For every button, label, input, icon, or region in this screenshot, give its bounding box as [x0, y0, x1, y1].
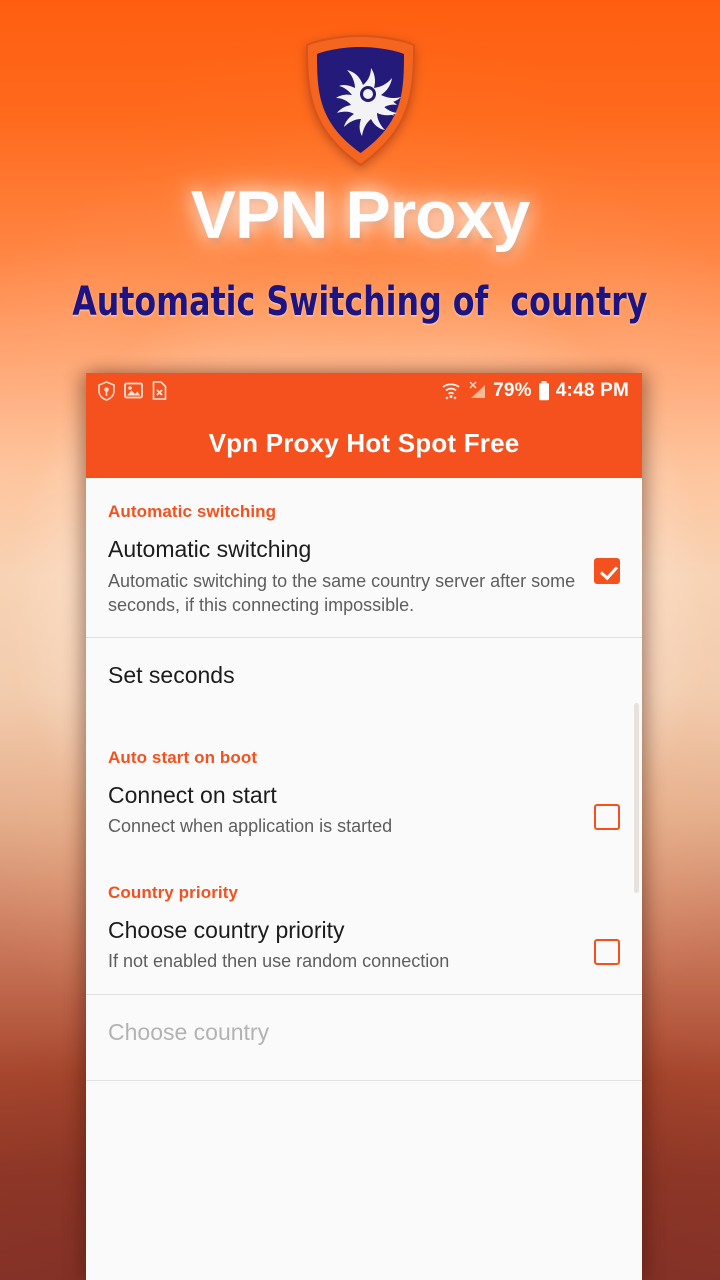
setting-row-connect-on-start[interactable]: Connect on start Connect when applicatio… [86, 768, 642, 859]
setting-title: Choose country priority [108, 916, 345, 943]
signal-no-service-icon [469, 381, 486, 398]
setting-row-texts: Choose country [108, 1019, 620, 1047]
app-bar-title: Vpn Proxy Hot Spot Free [208, 427, 520, 458]
setting-title: Set seconds [108, 662, 235, 689]
setting-subtitle: Automatic switching to the same country … [108, 570, 576, 615]
status-bar-left-icons [98, 380, 167, 401]
battery-percent-label: 79% [493, 380, 532, 401]
setting-title: Automatic switching [108, 536, 312, 562]
shield-dragon-logo-icon [298, 34, 423, 167]
list-divider [86, 1080, 642, 1082]
setting-row-set-seconds[interactable]: Set seconds [86, 638, 642, 724]
checkbox-choose-country-priority[interactable] [594, 938, 620, 965]
setting-title: Connect on start [108, 781, 277, 808]
settings-list[interactable]: Automatic switching Automatic switching … [86, 478, 642, 1280]
shield-icon [98, 380, 115, 401]
setting-row-texts: Choose country priority If not enabled t… [108, 917, 594, 974]
app-bar: Vpn Proxy Hot Spot Free [86, 408, 642, 478]
section-header-automatic-switching: Automatic switching [108, 502, 277, 521]
clock-label: 4:48 PM [555, 380, 629, 401]
file-error-icon [152, 381, 167, 400]
status-bar-right-icons: 79% 4:48 PM [441, 380, 629, 401]
image-icon [124, 382, 143, 399]
setting-subtitle: If not enabled then use random connectio… [108, 951, 450, 972]
section-header-auto-start-on-boot: Auto start on boot [108, 747, 258, 767]
battery-icon [538, 380, 549, 400]
setting-row-automatic-switching[interactable]: Automatic switching Automatic switching … [86, 522, 642, 637]
setting-row-texts: Automatic switching Automatic switching … [108, 536, 594, 617]
phone-screenshot: 79% 4:48 PM Vpn Proxy Hot Spot Free Auto… [86, 373, 642, 1280]
setting-row-texts: Connect on start Connect when applicatio… [108, 782, 594, 839]
setting-row-texts: Set seconds [108, 662, 620, 690]
setting-row-choose-country[interactable]: Choose country [86, 995, 642, 1081]
setting-subtitle: Connect when application is started [108, 816, 393, 837]
checkbox-automatic-switching[interactable] [594, 558, 620, 584]
setting-title: Choose country [108, 1018, 270, 1045]
section-header-country-priority: Country priority [108, 882, 239, 902]
setting-row-choose-country-priority[interactable]: Choose country priority If not enabled t… [86, 903, 642, 994]
promo-app-title: VPN Proxy [190, 177, 531, 253]
status-bar: 79% 4:48 PM [86, 373, 642, 408]
wifi-icon [442, 383, 460, 400]
promo-tagline: Automatic Switching of country [72, 279, 648, 325]
promo-header: VPN Proxy Automatic Switching of country [0, 0, 720, 373]
checkbox-connect-on-start[interactable] [594, 803, 620, 830]
settings-scrollbar[interactable] [634, 703, 639, 893]
